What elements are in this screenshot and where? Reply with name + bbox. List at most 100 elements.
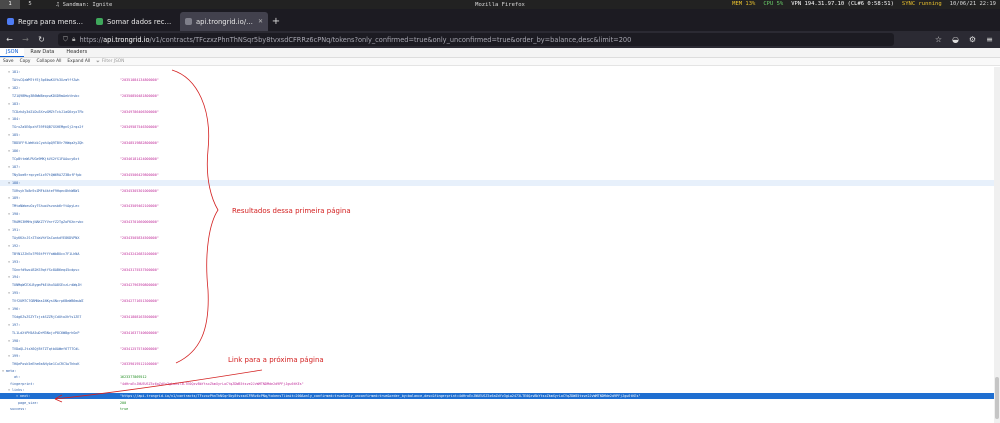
tree-row-index[interactable]: ▾ 183: [0, 101, 994, 107]
token-address: TGnnfd9woiB2KS9qtYSc8AB6eq45cdpvc [12, 267, 80, 272]
tree-row-token[interactable]: TSdg6ZsZSZYTzjxkSZZRjCdUtoXhYs1ZE7 "20341… [0, 314, 994, 320]
token-balance: "20341257574000000" [120, 346, 159, 351]
new-tab-button[interactable]: + [269, 12, 283, 31]
expand-toggle-icon[interactable]: ▾ [8, 211, 10, 217]
workspace-1[interactable]: 1 [0, 0, 20, 9]
vertical-scrollbar[interactable] [994, 67, 1000, 423]
url-bar[interactable]: ⛉ 🔒︎ https://api.trongrid.io/v1/contract… [58, 33, 894, 46]
tree-row-index[interactable]: ▾ 181: [0, 69, 994, 75]
bookmark-star-icon[interactable]: ☆ [932, 33, 945, 46]
expand-toggle-icon[interactable]: ▾ [8, 69, 10, 75]
filter-json-input[interactable]: ⏷ Filter JSON [96, 59, 124, 65]
token-address: TAtsCQzWM7tfEj5p6bwKXYk3XzmYffZwh [12, 77, 80, 82]
results-annotation: Resultados dessa primeira página [232, 207, 351, 215]
reload-icon[interactable]: ↻ [35, 33, 48, 46]
tree-row-token[interactable]: TAyKKXcJSrZTdaVhYGsCwnkdYE8KDVPNX "203435… [0, 235, 994, 241]
tree-row-index[interactable]: ▾ 196: [0, 306, 994, 312]
tree-row-index[interactable]: ▾ 197: [0, 322, 994, 328]
tree-row-token[interactable]: TNy5om9rrqcyeSix97tQW6RA7Z3BxfFfpb "20345… [0, 172, 994, 178]
expand-toggle-icon[interactable]: ▾ [8, 322, 10, 328]
collapse-all-button[interactable]: Collapse All [33, 58, 64, 66]
expand-all-button[interactable]: Expand All [64, 58, 93, 66]
save-button[interactable]: Save [0, 58, 17, 66]
tree-row-token[interactable]: TAtsCQzWM7tfEj5p6bwKXYk3XzmYffZwh "203510… [0, 77, 994, 83]
tree-row-token[interactable]: TCpBtteWLPUGe9MKjkVX2fS1FAAucy6xt "203461… [0, 156, 994, 162]
tree-row-index[interactable]: ▾ 199: [0, 353, 994, 359]
expand-toggle-icon[interactable]: ▾ [8, 290, 10, 296]
json-viewer-actions: Save Copy Collapse All Expand All ⏷ Filt… [0, 58, 1000, 66]
json-key: 190: [12, 212, 21, 217]
vpn-label: VPN [791, 1, 802, 7]
tree-row-token[interactable]: TMtaNWoeuGsyTShuoVsvosb6rYtApyLec "203435… [0, 203, 994, 209]
tab-json[interactable]: JSON [0, 48, 25, 57]
browser-tab-active[interactable]: api.trongrid.io/v1/contra... ✕ [180, 12, 268, 31]
json-key: 182: [12, 85, 21, 90]
expand-toggle-icon[interactable]: ▾ [8, 274, 10, 280]
expand-toggle-icon[interactable]: ▾ [8, 227, 10, 233]
tree-row-index[interactable]: ▾ 188: [0, 179, 994, 186]
token-balance: "20346181424000000" [120, 156, 159, 161]
expand-toggle-icon[interactable]: ▾ [8, 243, 10, 249]
tree-row-index[interactable]: ▾ 187: [0, 164, 994, 170]
close-icon[interactable]: ✕ [258, 18, 263, 25]
expand-toggle-icon[interactable]: ▾ [8, 353, 10, 359]
lock-icon[interactable]: 🔒︎ [72, 35, 76, 44]
tree-row-token[interactable]: TBD5FFfLWeKdiCyoh4pQ9TBVr7HWqaXyZQh "2034… [0, 140, 994, 146]
copy-button[interactable]: Copy [17, 58, 34, 66]
vpn-value: 194.31.97.10 (CL#6 0:58:51) [804, 1, 894, 7]
tree-row-token[interactable]: THQePosk5eEhe6eAHyAe1CuCRC5wThhoK "203390… [0, 361, 994, 367]
tree-row-token[interactable]: TRAMS3HMHsjNAKZ7YVnrfZ2TgZoFKXnrvbc "2034… [0, 219, 994, 225]
tree-row-index[interactable]: ▾ 185: [0, 132, 994, 138]
tree-row-token[interactable]: TXRsyh7b8n9cZMFk4kteF9Hqec8hhW8W1 "203453… [0, 188, 994, 194]
tree-row-index[interactable]: ▾ 184: [0, 116, 994, 122]
tree-row-index[interactable]: ▾ 182: [0, 85, 994, 91]
forward-arrow-icon[interactable]: → [19, 33, 32, 46]
expand-toggle-icon[interactable]: ▾ [8, 132, 10, 138]
json-key: 183: [12, 101, 21, 106]
tree-row-token[interactable]: TVDaQLJtzX6QjBtTZTqtbUAWef6TTTCdL "203412… [0, 346, 994, 352]
menu-icon[interactable]: ≡ [983, 33, 996, 46]
browser-tab[interactable]: Regra para mensagens... [2, 12, 90, 31]
back-arrow-icon[interactable]: ← [3, 33, 16, 46]
scrollbar-thumb[interactable] [995, 377, 999, 419]
tab-headers[interactable]: Headers [60, 48, 93, 57]
tree-row-index[interactable]: ▾ 186: [0, 148, 994, 154]
tree-row-index[interactable]: ▾ 191: [0, 227, 994, 233]
tree-row-token[interactable]: TVf2UM7C7GBMNas1NKysXNcrp6BeWB6muWZ "2034… [0, 298, 994, 304]
tree-row-token[interactable]: TGrxZa5E6pzhF39F6QB7GSHEMgnSj2rqx2f "2034… [0, 124, 994, 130]
expand-toggle-icon[interactable]: ▾ [8, 259, 10, 265]
tree-row-token[interactable]: TBYN1ZJhEo7PE6tPfYYaWbBUcv7F1LhNA "203432… [0, 251, 994, 257]
tree-row-index[interactable]: ▾ 192: [0, 243, 994, 249]
expand-toggle-icon[interactable]: ▾ [8, 306, 10, 312]
tab-raw-data[interactable]: Raw Data [24, 48, 60, 57]
expand-toggle-icon[interactable]: ▾ [8, 116, 10, 122]
tree-row-token[interactable]: TGnnfd9woiB2KS9qtYSc8AB6eq45cdpvc "203431… [0, 267, 994, 273]
tab-favicon-icon [7, 18, 14, 25]
tree-row-token[interactable]: TZ1Q9BMug3B6WW8eqcwKDXDRmAekthvbc "203508… [0, 93, 994, 99]
browser-tab[interactable]: Somar dados recupera... [91, 12, 179, 31]
token-balance: "20345506429800000" [120, 172, 159, 177]
expand-toggle-icon[interactable]: ▾ [8, 101, 10, 107]
tree-row-token[interactable]: TUNMqWCEXLBygmPkE4hu5A8SEvzLrdWqJH "20342… [0, 282, 994, 288]
expand-toggle-icon[interactable]: ▾ [8, 148, 10, 154]
expand-toggle-icon[interactable]: ▾ [8, 180, 10, 186]
expand-toggle-icon[interactable]: ▾ [8, 338, 10, 344]
tree-row-index[interactable]: ▾ 194: [0, 274, 994, 280]
expand-toggle-icon[interactable]: ▾ [8, 195, 10, 201]
token-balance: "20343701660000000" [120, 220, 159, 225]
tree-row-index[interactable]: ▾ 195: [0, 290, 994, 296]
tree-row-index[interactable]: ▾ 190: [0, 211, 994, 217]
workspace-5[interactable]: 5 [20, 0, 40, 9]
tree-row-success[interactable]: success: true [0, 406, 994, 412]
shield-icon[interactable]: ⛉ [63, 35, 68, 44]
tree-row-index[interactable]: ▾ 193: [0, 259, 994, 265]
json-key: success: [10, 406, 27, 411]
tree-row-token[interactable]: TL1LdXtPH5A5uDrM3NxjvP8C6WBgrhGnP "203416… [0, 330, 994, 336]
expand-toggle-icon[interactable]: ▾ [8, 164, 10, 170]
extension-icon[interactable]: ⚙ [966, 33, 979, 46]
tree-row-token[interactable]: TCDzhAy3dZiDu3XrwGMZtTckJ1aG6xyxTFb "2034… [0, 109, 994, 115]
tree-row-index[interactable]: ▾ 189: [0, 195, 994, 201]
pocket-icon[interactable]: ◒ [949, 33, 962, 46]
expand-toggle-icon[interactable]: ▾ [8, 85, 10, 91]
tree-row-index[interactable]: ▾ 198: [0, 338, 994, 344]
